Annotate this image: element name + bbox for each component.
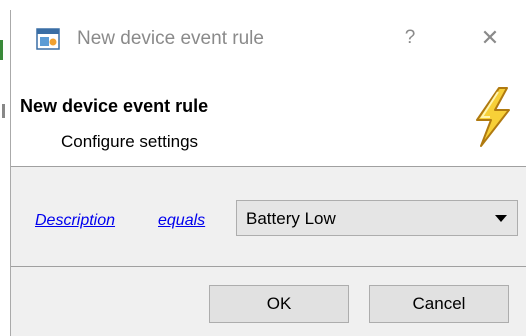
- new-device-event-rule-dialog: New device event rule ? ✕ New device eve…: [10, 10, 526, 336]
- background-window-edge: [2, 104, 5, 118]
- title-bar[interactable]: New device event rule ? ✕: [11, 10, 526, 66]
- lightning-bolt-icon: [476, 87, 510, 147]
- close-button[interactable]: ✕: [467, 18, 513, 58]
- cancel-button[interactable]: Cancel: [369, 285, 509, 323]
- value-dropdown-selected: Battery Low: [246, 209, 336, 228]
- chevron-down-icon: [495, 215, 507, 222]
- rule-condition-panel: Description equals Battery Low: [11, 167, 526, 266]
- dialog-footer: OK Cancel: [11, 267, 526, 336]
- window-title: New device event rule: [77, 28, 264, 49]
- help-button[interactable]: ?: [387, 18, 433, 58]
- app-window-icon: [36, 28, 60, 50]
- background-window-edge: [0, 40, 3, 60]
- header-subtitle: Configure settings: [61, 132, 199, 151]
- value-dropdown[interactable]: Battery Low: [236, 200, 518, 236]
- dialog-header: New device event rule Configure settings: [11, 66, 526, 166]
- field-link-description[interactable]: Description: [35, 212, 115, 230]
- ok-button[interactable]: OK: [209, 285, 349, 323]
- header-title: New device event rule: [20, 96, 209, 116]
- operator-link-equals[interactable]: equals: [158, 212, 205, 230]
